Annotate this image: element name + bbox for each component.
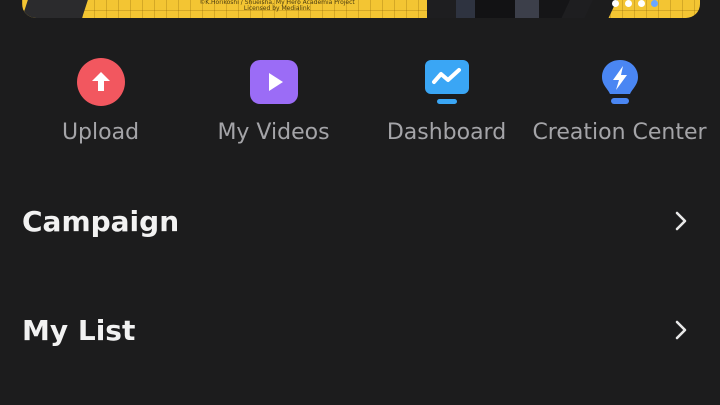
dashboard-button[interactable]: Dashboard xyxy=(360,58,533,145)
upload-icon xyxy=(76,58,125,106)
menu-item-label: Campaign xyxy=(22,204,180,238)
lightbulb-icon xyxy=(596,58,644,106)
chevron-right-icon xyxy=(675,211,687,231)
menu-item-label: My List xyxy=(22,313,136,347)
menu-item-campaign[interactable]: Campaign xyxy=(0,186,720,256)
creation-center-label: Creation Center xyxy=(532,120,707,145)
creation-center-button[interactable]: Creation Center xyxy=(532,58,707,145)
play-icon xyxy=(249,58,298,106)
promo-banner[interactable]: ©K.Horikoshi / Shueisha, My Hero Academi… xyxy=(22,0,700,18)
carousel-dot-active xyxy=(651,0,658,7)
my-videos-label: My Videos xyxy=(217,120,330,145)
menu-item-my-list[interactable]: My List xyxy=(0,295,720,365)
banner-art-left xyxy=(22,0,93,18)
dashboard-icon xyxy=(423,58,471,106)
chevron-right-icon xyxy=(675,320,687,340)
upload-label: Upload xyxy=(61,120,140,145)
upload-button[interactable]: Upload xyxy=(14,58,187,145)
carousel-dot xyxy=(612,0,619,7)
banner-art-right xyxy=(427,0,587,18)
carousel-dot xyxy=(638,0,645,7)
banner-copyright-caption: ©K.Horikoshi / Shueisha, My Hero Academi… xyxy=(199,0,355,12)
my-videos-button[interactable]: My Videos xyxy=(187,58,360,145)
profile-page: ©K.Horikoshi / Shueisha, My Hero Academi… xyxy=(0,0,720,405)
dashboard-label: Dashboard xyxy=(386,120,507,145)
carousel-dot xyxy=(625,0,632,7)
quick-actions: Upload My Videos Dashboard Creation Cent… xyxy=(14,58,707,145)
carousel-indicator xyxy=(612,0,658,8)
